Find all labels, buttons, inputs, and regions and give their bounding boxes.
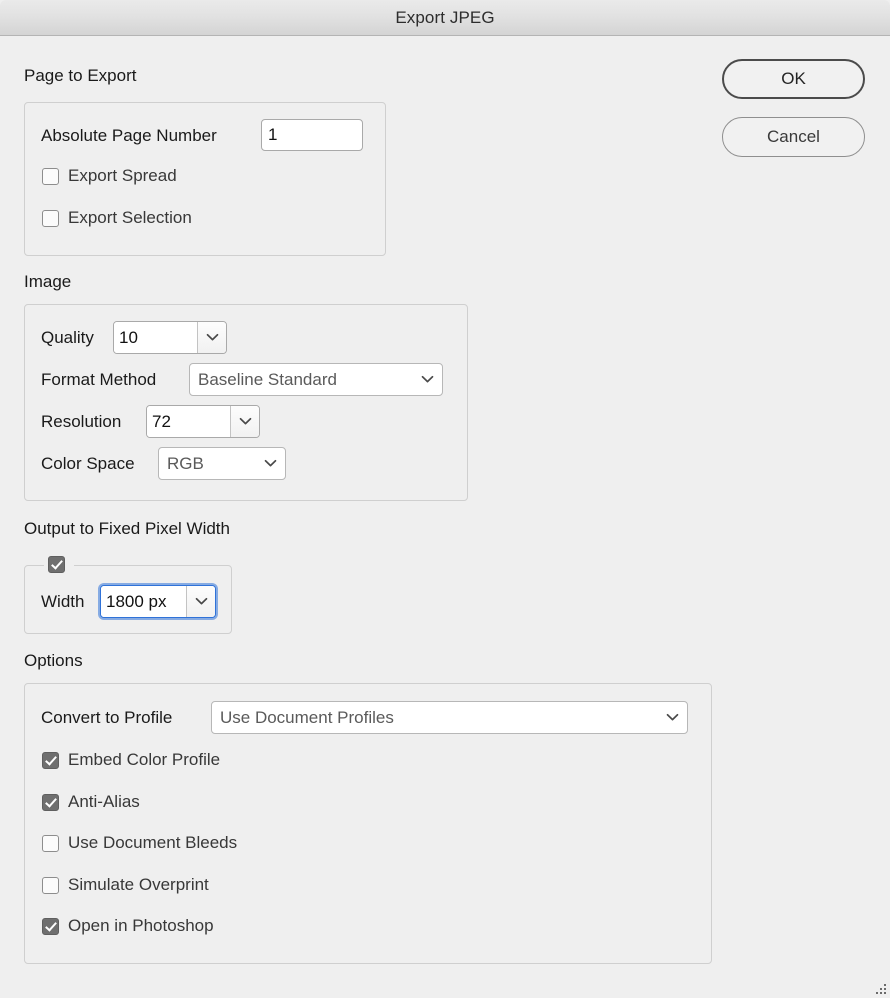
ok-button-label: OK bbox=[781, 69, 806, 89]
open-in-photoshop-checkbox-row[interactable]: Open in Photoshop bbox=[42, 916, 214, 936]
format-method-value: Baseline Standard bbox=[198, 370, 421, 390]
options-section-label: Options bbox=[24, 651, 83, 671]
chevron-down-icon[interactable] bbox=[230, 406, 259, 437]
convert-to-profile-select[interactable]: Use Document Profiles bbox=[211, 701, 688, 734]
format-method-select[interactable]: Baseline Standard bbox=[189, 363, 443, 396]
output-fixed-width-section-label: Output to Fixed Pixel Width bbox=[24, 519, 230, 539]
resolution-value[interactable]: 72 bbox=[147, 406, 230, 437]
chevron-down-icon bbox=[666, 713, 679, 722]
simulate-overprint-label: Simulate Overprint bbox=[68, 875, 209, 895]
export-spread-checkbox[interactable] bbox=[42, 168, 59, 185]
embed-color-profile-label: Embed Color Profile bbox=[68, 750, 220, 770]
use-document-bleeds-label: Use Document Bleeds bbox=[68, 833, 237, 853]
color-space-select[interactable]: RGB bbox=[158, 447, 286, 480]
page-to-export-section-label: Page to Export bbox=[24, 66, 136, 86]
export-selection-checkbox-row[interactable]: Export Selection bbox=[42, 208, 192, 228]
export-selection-checkbox[interactable] bbox=[42, 210, 59, 227]
anti-alias-checkbox-row[interactable]: Anti-Alias bbox=[42, 792, 140, 812]
cancel-button[interactable]: Cancel bbox=[722, 117, 865, 157]
width-combobox[interactable]: 1800 px bbox=[100, 585, 216, 618]
dialog-titlebar: Export JPEG bbox=[0, 0, 890, 36]
convert-to-profile-value: Use Document Profiles bbox=[220, 708, 666, 728]
resize-grip-icon[interactable] bbox=[876, 984, 887, 995]
embed-color-profile-checkbox-row[interactable]: Embed Color Profile bbox=[42, 750, 220, 770]
open-in-photoshop-checkbox[interactable] bbox=[42, 918, 59, 935]
export-spread-checkbox-row[interactable]: Export Spread bbox=[42, 166, 177, 186]
absolute-page-number-input[interactable] bbox=[261, 119, 363, 151]
resolution-combobox[interactable]: 72 bbox=[146, 405, 260, 438]
output-fixed-width-enable-checkbox[interactable] bbox=[48, 556, 65, 573]
chevron-down-icon bbox=[421, 375, 434, 384]
use-document-bleeds-checkbox-row[interactable]: Use Document Bleeds bbox=[42, 833, 237, 853]
convert-to-profile-label: Convert to Profile bbox=[41, 708, 172, 728]
anti-alias-label: Anti-Alias bbox=[68, 792, 140, 812]
width-label: Width bbox=[41, 592, 84, 612]
use-document-bleeds-checkbox[interactable] bbox=[42, 835, 59, 852]
quality-label: Quality bbox=[41, 328, 94, 348]
resolution-label: Resolution bbox=[41, 412, 121, 432]
quality-combobox[interactable]: 10 bbox=[113, 321, 227, 354]
chevron-down-icon[interactable] bbox=[186, 586, 215, 617]
embed-color-profile-checkbox[interactable] bbox=[42, 752, 59, 769]
width-value[interactable]: 1800 px bbox=[101, 586, 186, 617]
open-in-photoshop-label: Open in Photoshop bbox=[68, 916, 214, 936]
color-space-label: Color Space bbox=[41, 454, 135, 474]
absolute-page-number-label: Absolute Page Number bbox=[41, 126, 217, 146]
chevron-down-icon[interactable] bbox=[197, 322, 226, 353]
export-selection-label: Export Selection bbox=[68, 208, 192, 228]
quality-value[interactable]: 10 bbox=[114, 322, 197, 353]
chevron-down-icon bbox=[264, 459, 277, 468]
cancel-button-label: Cancel bbox=[767, 127, 820, 147]
dialog-title: Export JPEG bbox=[0, 8, 890, 28]
export-jpeg-dialog: Export JPEG OK Cancel Page to Export Abs… bbox=[0, 0, 890, 998]
anti-alias-checkbox[interactable] bbox=[42, 794, 59, 811]
export-spread-label: Export Spread bbox=[68, 166, 177, 186]
output-fixed-width-enable-checkbox-row[interactable] bbox=[48, 556, 65, 573]
image-section-label: Image bbox=[24, 272, 71, 292]
ok-button[interactable]: OK bbox=[722, 59, 865, 99]
dialog-content: OK Cancel Page to Export Absolute Page N… bbox=[0, 37, 890, 998]
simulate-overprint-checkbox-row[interactable]: Simulate Overprint bbox=[42, 875, 209, 895]
simulate-overprint-checkbox[interactable] bbox=[42, 877, 59, 894]
format-method-label: Format Method bbox=[41, 370, 156, 390]
color-space-value: RGB bbox=[167, 454, 264, 474]
